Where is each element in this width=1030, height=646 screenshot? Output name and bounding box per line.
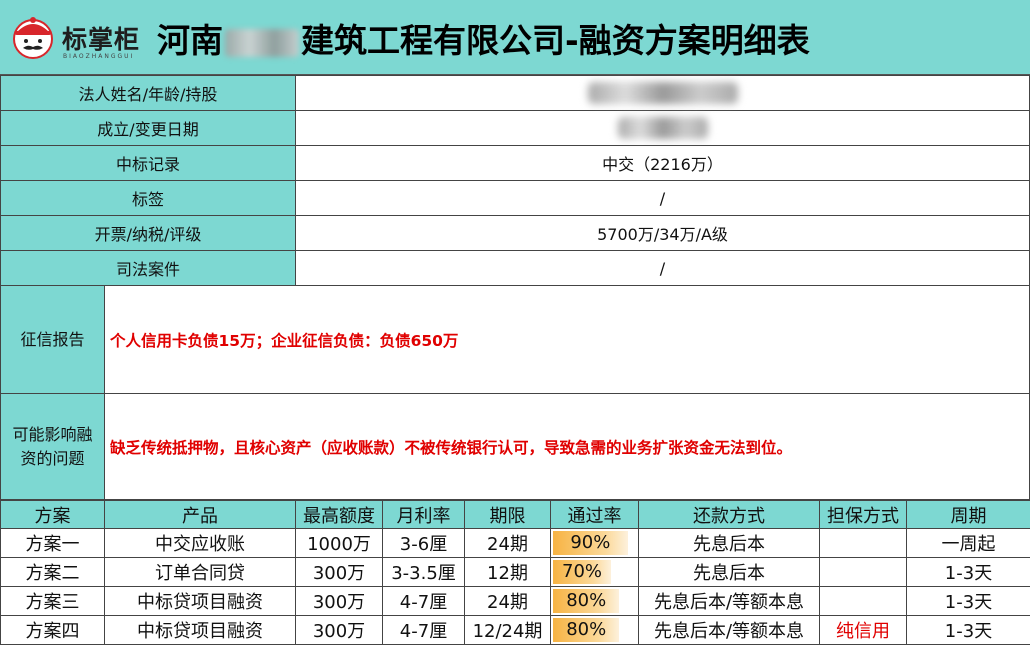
column-header: 周期	[906, 500, 1030, 529]
plan-header-row: 方案 产品 最高额度 月利率 期限 通过率 还款方式 担保方式 周期	[0, 500, 1030, 529]
plan-product: 中标贷项目融资	[104, 586, 296, 616]
info-row: 成立/变更日期	[0, 110, 1030, 146]
pass-rate-bar: 80%	[553, 589, 620, 613]
plan-product: 中交应收账	[104, 528, 296, 558]
info-row: 法人姓名/年龄/持股	[0, 75, 1030, 111]
pass-rate-bar: 70%	[553, 560, 612, 584]
plan-cycle: 一周起	[906, 528, 1030, 558]
plan-limit: 300万	[295, 615, 383, 645]
plan-rate: 3-6厘	[382, 528, 465, 558]
column-header: 最高额度	[295, 500, 383, 529]
column-header: 还款方式	[638, 500, 820, 529]
plan-limit: 300万	[295, 586, 383, 616]
redacted-text	[587, 82, 738, 104]
pass-rate-bar: 80%	[553, 618, 620, 642]
plan-repay: 先息后本	[638, 557, 820, 587]
column-header: 方案	[0, 500, 105, 529]
plan-cycle: 1-3天	[906, 557, 1030, 587]
info-value: 中交（2216万）	[295, 145, 1030, 181]
plan-rate: 4-7厘	[382, 615, 465, 645]
credit-report-value: 个人信用卡负债15万；企业征信负债：负债650万	[105, 286, 1029, 393]
plan-name: 方案三	[0, 586, 105, 616]
plan-limit: 1000万	[295, 528, 383, 558]
plan-guarantee: 纯信用	[819, 615, 907, 645]
info-value: 5700万/34万/A级	[295, 215, 1030, 251]
info-label: 标签	[0, 180, 296, 216]
plan-row: 方案一 中交应收账 1000万 3-6厘 24期 90% 先息后本 一周起	[0, 528, 1030, 558]
plan-pass-rate-cell: 70%	[550, 557, 639, 587]
info-row: 中标记录 中交（2216万）	[0, 145, 1030, 181]
plan-guarantee	[819, 586, 907, 616]
issues-label: 可能影响融资的问题	[1, 394, 105, 499]
column-header: 月利率	[382, 500, 465, 529]
logo-text: 标掌柜	[62, 25, 141, 54]
plan-cycle: 1-3天	[906, 586, 1030, 616]
title-prefix: 河南	[157, 21, 223, 60]
info-value: /	[295, 250, 1030, 286]
logo-icon	[13, 17, 53, 59]
redacted-company-name	[225, 28, 299, 57]
column-header: 通过率	[550, 500, 639, 529]
info-label: 开票/纳税/评级	[0, 215, 296, 251]
info-value-redacted	[295, 75, 1030, 111]
info-row: 标签 /	[0, 180, 1030, 216]
info-label: 成立/变更日期	[0, 110, 296, 146]
info-value: /	[295, 180, 1030, 216]
column-header: 期限	[464, 500, 551, 529]
title-suffix: 建筑工程有限公司-融资方案明细表	[301, 21, 810, 60]
plan-rate: 4-7厘	[382, 586, 465, 616]
info-row: 司法案件 /	[0, 250, 1030, 286]
redacted-text	[617, 117, 708, 139]
plan-repay: 先息后本	[638, 528, 820, 558]
plan-guarantee	[819, 528, 907, 558]
plan-term: 24期	[464, 528, 551, 558]
column-header: 产品	[104, 500, 296, 529]
plan-row: 方案二 订单合同贷 300万 3-3.5厘 12期 70% 先息后本 1-3天	[0, 557, 1030, 587]
info-row: 开票/纳税/评级 5700万/34万/A级	[0, 215, 1030, 251]
plan-product: 订单合同贷	[104, 557, 296, 587]
info-label: 中标记录	[0, 145, 296, 181]
plan-repay: 先息后本/等额本息	[638, 586, 820, 616]
plan-cycle: 1-3天	[906, 615, 1030, 645]
page-title: 河南 建筑工程有限公司-融资方案明细表	[157, 14, 810, 62]
plan-name: 方案四	[0, 615, 105, 645]
plan-limit: 300万	[295, 557, 383, 587]
plan-row: 方案三 中标贷项目融资 300万 4-7厘 24期 80% 先息后本/等额本息 …	[0, 586, 1030, 616]
credit-report-block: 征信报告 个人信用卡负债15万；企业征信负债：负债650万	[0, 286, 1030, 394]
company-info-table: 法人姓名/年龄/持股 成立/变更日期 中标记录 中交（2216万） 标签 / 开…	[0, 75, 1030, 286]
pass-rate-bar: 90%	[553, 531, 628, 555]
credit-report-label: 征信报告	[1, 286, 105, 393]
plan-term: 12期	[464, 557, 551, 587]
plan-pass-rate-cell: 80%	[550, 615, 639, 645]
issues-value: 缺乏传统抵押物，且核心资产（应收账款）不被传统银行认可，导致急需的业务扩张资金无…	[105, 394, 1029, 499]
plan-term: 12/24期	[464, 615, 551, 645]
plan-row: 方案四 中标贷项目融资 300万 4-7厘 12/24期 80% 先息后本/等额…	[0, 615, 1030, 645]
info-label: 司法案件	[0, 250, 296, 286]
plan-pass-rate-cell: 90%	[550, 528, 639, 558]
plan-repay: 先息后本/等额本息	[638, 615, 820, 645]
plan-term: 24期	[464, 586, 551, 616]
logo-subtext: BIAOZHANGGUI	[63, 53, 135, 60]
plan-product: 中标贷项目融资	[104, 615, 296, 645]
plan-pass-rate-cell: 80%	[550, 586, 639, 616]
plan-name: 方案二	[0, 557, 105, 587]
plan-guarantee	[819, 557, 907, 587]
info-value-redacted	[295, 110, 1030, 146]
plan-rate: 3-3.5厘	[382, 557, 465, 587]
plan-name: 方案一	[0, 528, 105, 558]
issues-block: 可能影响融资的问题 缺乏传统抵押物，且核心资产（应收账款）不被传统银行认可，导致…	[0, 394, 1030, 500]
header-bar: 标掌柜 BIAOZHANGGUI 河南 建筑工程有限公司-融资方案明细表	[0, 0, 1030, 75]
plan-table: 方案 产品 最高额度 月利率 期限 通过率 还款方式 担保方式 周期 方案一 中…	[0, 500, 1030, 645]
info-label: 法人姓名/年龄/持股	[0, 75, 296, 111]
column-header: 担保方式	[819, 500, 907, 529]
